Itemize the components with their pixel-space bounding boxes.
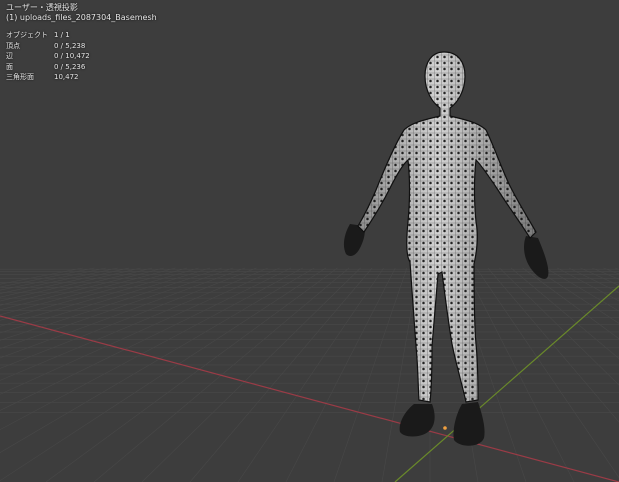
statistics-overlay: オブジェクト 1 / 1 頂点 0 / 5,238 辺 0 / 10,472 面…	[6, 30, 90, 83]
stat-row-objects: オブジェクト 1 / 1	[6, 30, 90, 41]
stat-label: 辺	[6, 52, 13, 60]
right-hand	[524, 236, 549, 279]
stat-label: 頂点	[6, 41, 20, 50]
stat-value: 1 / 1	[54, 31, 70, 39]
stat-row-edges: 辺 0 / 10,472	[6, 51, 90, 62]
3d-viewport[interactable]: ユーザー・透視投影 (1) uploads_files_2087304_Base…	[0, 0, 619, 482]
floor-grid	[0, 267, 619, 482]
3d-cursor-origin	[443, 426, 447, 430]
stat-label: 面	[6, 62, 13, 71]
view-title: ユーザー・透視投影	[6, 3, 78, 12]
stat-value: 10,472	[54, 73, 79, 81]
stat-row-vertices: 頂点 0 / 5,238	[6, 41, 90, 52]
stat-label: 三角形面	[6, 73, 34, 81]
stat-value: 0 / 5,238	[54, 41, 86, 50]
stat-row-faces: 面 0 / 5,236	[6, 62, 90, 73]
mesh-wireframe	[358, 52, 536, 402]
basemesh-figure[interactable]	[340, 40, 560, 446]
stat-value: 0 / 10,472	[54, 52, 90, 60]
stat-label: オブジェクト	[6, 31, 48, 39]
right-foot	[453, 402, 485, 446]
viewport-scene[interactable]	[0, 0, 619, 482]
stat-row-triangles: 三角形面 10,472	[6, 72, 90, 83]
stat-value: 0 / 5,236	[54, 62, 86, 71]
active-object-name: (1) uploads_files_2087304_Basemesh	[6, 13, 157, 22]
